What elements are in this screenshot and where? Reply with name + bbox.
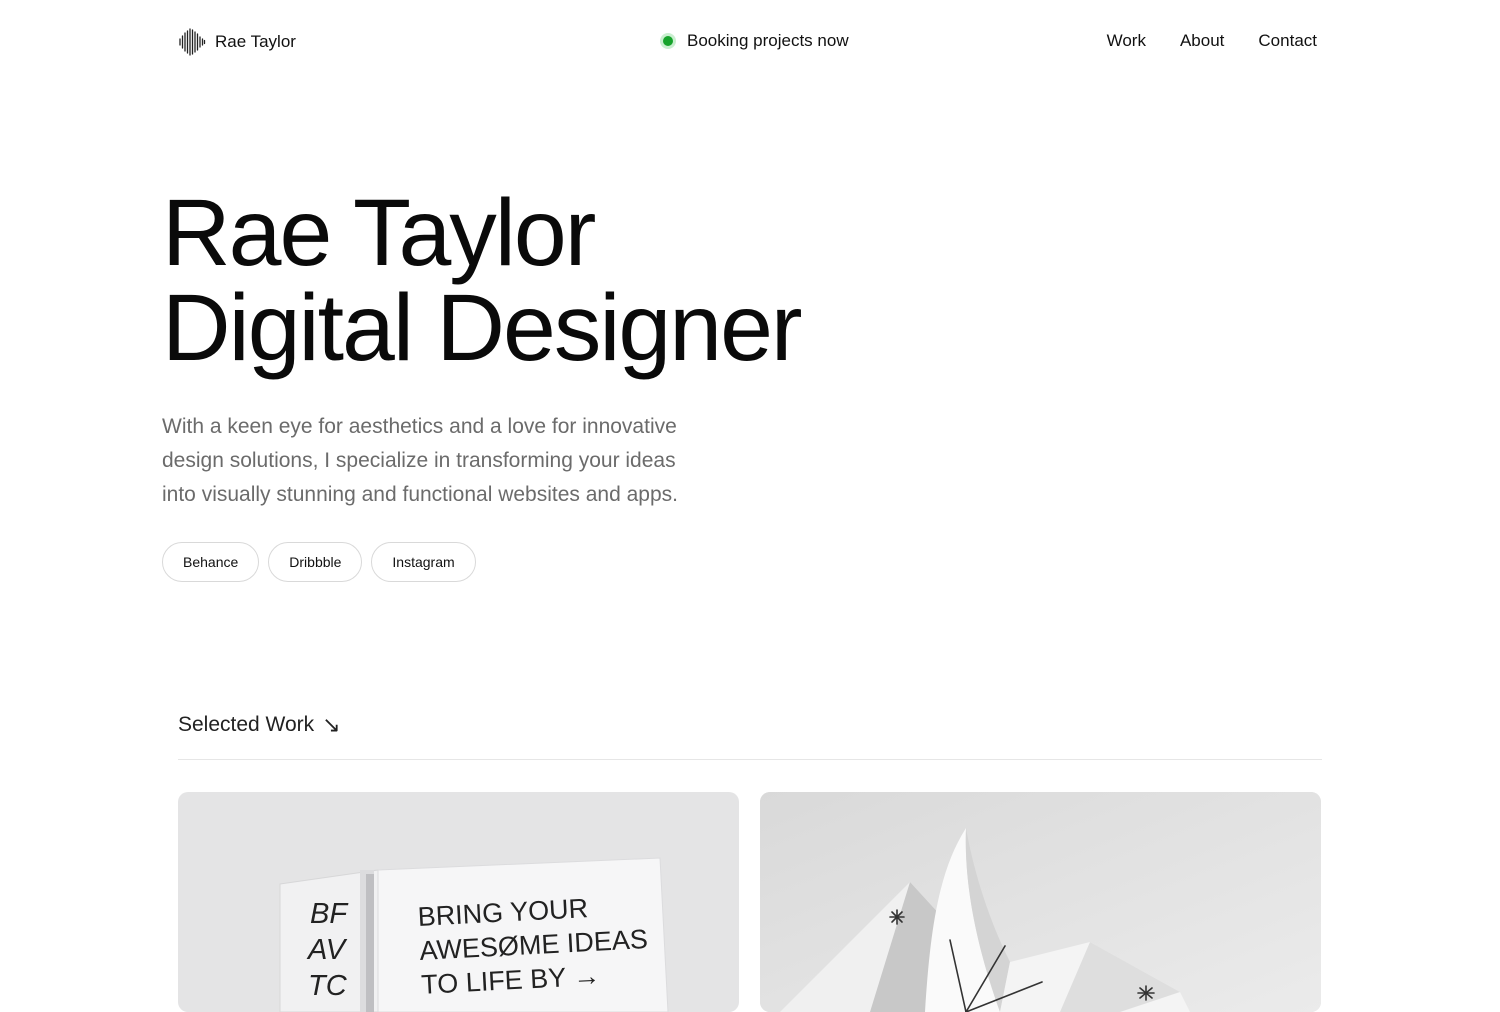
status-dot-icon: [660, 33, 676, 49]
arrow-down-right-icon: ↘: [322, 712, 341, 737]
instagram-button[interactable]: Instagram: [371, 542, 476, 582]
section-divider: [178, 759, 1322, 760]
status-text: Booking projects now: [687, 31, 849, 50]
spine-text-1: BF: [310, 898, 349, 930]
main-nav: Work About Contact: [1107, 31, 1317, 51]
nav-about[interactable]: About: [1180, 31, 1224, 51]
brand[interactable]: Rae Taylor: [178, 28, 296, 56]
nav-contact[interactable]: Contact: [1258, 31, 1317, 51]
spine-text-2: AV: [306, 934, 348, 966]
project-card-1[interactable]: BF AV TC BRING YOUR AWESØME IDEAS TO LIF…: [178, 792, 739, 1012]
hero-title-line-2: Digital Designer: [162, 275, 803, 381]
sound-wave-icon: [179, 28, 206, 56]
nav-work[interactable]: Work: [1107, 31, 1146, 51]
hero-title-line-1: Rae Taylor: [162, 180, 596, 286]
section-title: Selected Work: [178, 713, 315, 736]
behance-button[interactable]: Behance: [162, 542, 260, 582]
dribbble-button[interactable]: Dribbble: [268, 542, 363, 582]
spine-text-3: TC: [308, 970, 348, 1002]
hero-title: Rae Taylor Digital Designer: [162, 180, 803, 381]
section-heading: Selected Work ↘: [178, 713, 341, 737]
book-mockup-image: BF AV TC BRING YOUR AWESØME IDEAS TO LIF…: [279, 857, 669, 1012]
hero-description: With a keen eye for aesthetics and a lov…: [162, 415, 678, 506]
project-card-2[interactable]: [760, 792, 1321, 1012]
social-links: Behance Dribbble Instagram: [162, 542, 476, 582]
brand-name: Rae Taylor: [215, 32, 296, 51]
paper-sculpture-icon: [760, 792, 1321, 1012]
availability-status: Booking projects now: [660, 31, 849, 51]
